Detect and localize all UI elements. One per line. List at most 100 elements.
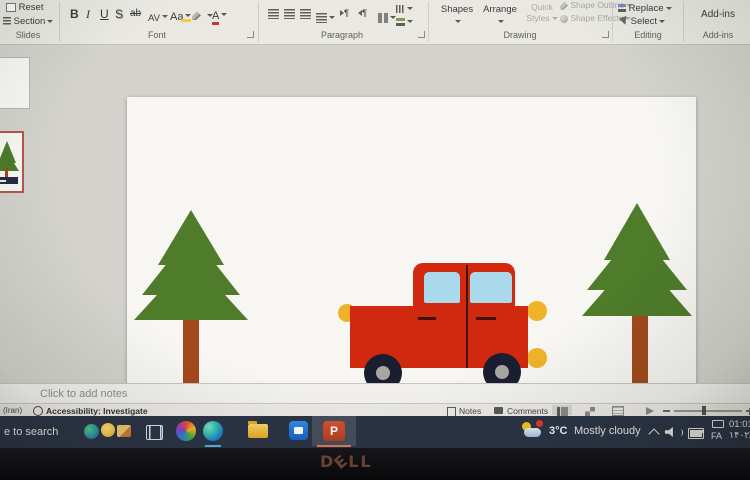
search-highlight-photos-icon[interactable] [117, 425, 131, 437]
columns-icon [378, 13, 388, 23]
chevron-down-icon [407, 7, 413, 10]
photos-app-icon[interactable] [176, 421, 196, 441]
speaker-icon[interactable] [665, 427, 676, 437]
highlight-color-bar [181, 19, 191, 22]
chevron-down-icon [185, 14, 191, 17]
align-center-button[interactable] [284, 9, 295, 19]
normal-view-icon [557, 407, 568, 416]
zoom-in-button[interactable] [746, 410, 750, 412]
reading-view-icon [612, 406, 624, 416]
character-spacing-button[interactable]: AV [148, 8, 168, 26]
input-language[interactable]: FA [711, 431, 722, 441]
highlight-color-button[interactable] [192, 7, 213, 25]
weather-temperature[interactable]: 3°C [549, 425, 567, 437]
group-divider [428, 2, 429, 42]
justify-button[interactable] [316, 9, 335, 27]
add-ins-button[interactable]: Add-ins [690, 9, 746, 20]
quick-styles-button[interactable]: Quick Styles [524, 2, 560, 23]
laptop-bezel: DELL [0, 448, 750, 480]
ribbon: Reset Section Slides B I U S ab AV Aa A … [0, 0, 750, 45]
italic-button[interactable]: I [86, 7, 90, 22]
right-tree-tier-3 [582, 250, 692, 316]
clock-time: 01:01 [729, 419, 750, 430]
replace-icon [618, 4, 626, 12]
file-explorer-icon[interactable] [248, 424, 268, 438]
powerpoint-app-icon[interactable]: P [323, 421, 345, 441]
smartart-convert-button[interactable] [396, 13, 413, 31]
car-hubcap-right [495, 365, 509, 379]
slide-thumbnail-1[interactable] [0, 57, 30, 109]
accessibility-status[interactable]: Accessibility: Investigate [46, 406, 148, 416]
font-dialog-launcher[interactable] [247, 31, 254, 38]
tray-chevron-up-icon[interactable] [648, 428, 659, 439]
font-group-label: Font [62, 30, 252, 40]
comments-icon [494, 407, 503, 414]
accessibility-icon [33, 406, 43, 416]
bold-button[interactable]: B [70, 7, 79, 21]
replace-button[interactable]: Replace [618, 3, 672, 14]
align-left-button[interactable] [268, 9, 279, 19]
chevron-down-icon [329, 16, 335, 19]
weather-description[interactable]: Mostly cloudy [574, 425, 641, 437]
paragraph-dialog-launcher[interactable] [418, 31, 425, 38]
taskbar: e to search P 3°C Mostly cloudy FA 01:01… [0, 416, 750, 448]
search-highlight-globe-icon[interactable] [84, 424, 99, 439]
chevron-down-icon [221, 13, 227, 16]
zoom-slider-handle[interactable] [702, 406, 706, 415]
select-button[interactable]: Select [620, 16, 665, 27]
change-case-button[interactable]: Aa [170, 7, 191, 25]
ltr-direction-button[interactable]: ¶ [340, 8, 349, 19]
strikethrough-button[interactable]: ab [130, 8, 141, 19]
chevron-down-icon [47, 20, 53, 23]
highlighter-pen-icon [192, 11, 201, 20]
shapes-button[interactable]: Shapes [437, 4, 477, 26]
section-button[interactable]: Section [3, 16, 53, 27]
notes-placeholder[interactable]: Click to add notes [40, 388, 127, 400]
columns-button[interactable] [378, 9, 396, 27]
cursor-arrow-icon [619, 16, 629, 26]
slide-canvas[interactable] [127, 97, 696, 418]
notes-toggle[interactable]: Notes [459, 406, 481, 416]
store-app-icon[interactable] [289, 421, 308, 440]
smartart-icon [396, 18, 405, 26]
edge-app-icon[interactable] [203, 421, 223, 441]
slideshow-view-button[interactable] [640, 405, 660, 415]
text-shadow-button[interactable]: S [115, 7, 123, 21]
chevron-down-icon [455, 20, 461, 23]
car-window-right [470, 272, 512, 303]
search-highlight-bulb-icon[interactable] [101, 423, 115, 437]
keyboard-layout-icon [712, 420, 724, 428]
slide-thumbnail-2-selected[interactable] [0, 131, 24, 193]
notes-pane[interactable]: Click to add notes [0, 383, 750, 403]
align-right-button[interactable] [300, 9, 311, 19]
clock[interactable]: 01:01 ب ۱۴۰۲/۱۰ [729, 419, 750, 441]
chevron-down-icon [666, 7, 672, 10]
drawing-dialog-launcher[interactable] [602, 31, 609, 38]
slide-sorter-icon [585, 407, 595, 416]
language-indicator[interactable]: (Iran) [3, 406, 22, 415]
slide-sorter-view-button[interactable] [580, 405, 600, 415]
search-box[interactable]: e to search [4, 426, 58, 438]
weather-icon[interactable] [521, 420, 545, 442]
task-view-icon[interactable] [146, 425, 163, 440]
group-divider [683, 2, 684, 42]
car-door-line [466, 265, 468, 368]
car-window-left [424, 272, 460, 303]
arrange-button[interactable]: Arrange [479, 4, 521, 26]
font-color-button[interactable]: A [212, 6, 227, 24]
comments-toggle[interactable]: Comments [507, 406, 548, 416]
reading-view-button[interactable] [608, 405, 628, 415]
zoom-slider-track[interactable] [674, 410, 742, 412]
chevron-down-icon [552, 17, 558, 20]
reset-button[interactable]: Reset [6, 2, 43, 13]
normal-view-button[interactable] [552, 405, 572, 415]
car-door-handle-left [418, 317, 436, 320]
powerpoint-active-task[interactable]: P [312, 416, 356, 446]
dell-logo: DELL [320, 452, 373, 471]
underline-button[interactable]: U [100, 7, 109, 21]
shape-effects-icon [560, 15, 568, 23]
thumbnail-tree-foliage [0, 149, 19, 171]
rtl-direction-button[interactable]: ¶ [358, 8, 367, 19]
zoom-out-button[interactable] [663, 410, 670, 412]
chevron-down-icon [659, 20, 665, 23]
